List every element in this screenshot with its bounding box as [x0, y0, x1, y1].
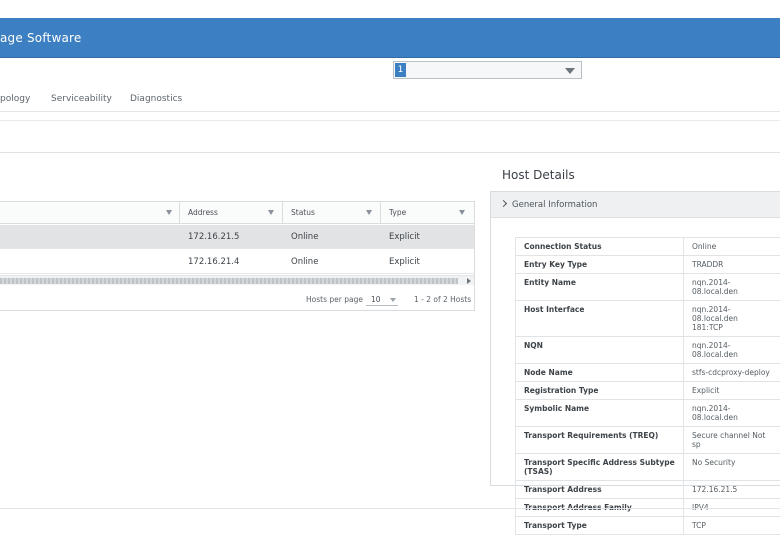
- property-value: nqn.2014-08.local.den 181:TCP: [684, 301, 780, 337]
- property-key: Entry Key Type: [516, 256, 684, 274]
- property-value: TRADDR: [684, 256, 780, 274]
- column-header-status[interactable]: Status: [283, 202, 381, 224]
- divider: [0, 508, 780, 509]
- filter-icon[interactable]: [268, 210, 274, 215]
- property-value: nqn.2014-08.local.den: [684, 274, 780, 301]
- app-title: age Software: [0, 31, 81, 45]
- property-row: NQNnqn.2014-08.local.den: [516, 337, 780, 364]
- property-row: Transport Specific Address Subtype (TSAS…: [516, 454, 780, 481]
- property-value: Secure channel Not sp: [684, 427, 780, 454]
- divider: [0, 120, 780, 121]
- property-value: 172.16.21.5: [684, 481, 780, 499]
- per-page-select[interactable]: 10: [366, 293, 398, 306]
- cell-type: Explicit: [381, 250, 420, 274]
- horizontal-scrollbar[interactable]: [0, 275, 474, 285]
- properties-table: Connection StatusOnlineEntry Key TypeTRA…: [515, 237, 780, 535]
- property-key: Transport Requirements (TREQ): [516, 427, 684, 454]
- chevron-down-icon[interactable]: [390, 298, 396, 302]
- instance-select-value: 1: [395, 63, 406, 77]
- property-key: Host Interface: [516, 301, 684, 337]
- divider: [0, 152, 780, 153]
- property-key: Transport Specific Address Subtype (TSAS…: [516, 454, 684, 481]
- tab-serviceability[interactable]: Serviceability: [51, 94, 112, 104]
- property-key: Connection Status: [516, 238, 684, 256]
- property-row: Transport TypeTCP: [516, 517, 780, 535]
- property-value: stfs-cdcproxy-deploy: [684, 364, 780, 382]
- per-page-label: Hosts per page: [306, 295, 363, 304]
- property-row: Registration TypeExplicit: [516, 382, 780, 400]
- property-row: Transport Address172.16.21.5: [516, 481, 780, 499]
- cell-type: Explicit: [381, 225, 420, 249]
- chevron-down-icon[interactable]: [565, 68, 575, 74]
- property-row: Transport Requirements (TREQ)Secure chan…: [516, 427, 780, 454]
- top-strip: [0, 0, 780, 18]
- column-header-type[interactable]: Type: [381, 202, 474, 224]
- selector-bar: [0, 58, 780, 86]
- cell-status: Online: [283, 250, 318, 274]
- instance-select[interactable]: 1: [393, 61, 582, 79]
- column-header-label: Address: [188, 208, 218, 217]
- property-key: Entity Name: [516, 274, 684, 301]
- property-value: No Security: [684, 454, 780, 481]
- property-key: Transport Type: [516, 517, 684, 535]
- scroll-right-icon[interactable]: [467, 278, 471, 284]
- property-value: nqn.2014-08.local.den: [684, 337, 780, 364]
- hosts-grid: Address Status Type 172.16.21.5 Online E…: [0, 201, 475, 311]
- property-row: Entity Namenqn.2014-08.local.den: [516, 274, 780, 301]
- property-value: Online: [684, 238, 780, 256]
- table-row[interactable]: 172.16.21.5 Online Explicit: [0, 225, 474, 249]
- tab-bar: pology Serviceability Diagnostics: [0, 86, 780, 112]
- property-row: Node Namestfs-cdcproxy-deploy: [516, 364, 780, 382]
- property-key: NQN: [516, 337, 684, 364]
- column-header-label: Type: [389, 208, 406, 217]
- property-value: TCP: [684, 517, 780, 535]
- column-header-label: Status: [291, 208, 315, 217]
- property-key: Symbolic Name: [516, 400, 684, 427]
- property-key: Registration Type: [516, 382, 684, 400]
- property-row: Entry Key TypeTRADDR: [516, 256, 780, 274]
- host-details-title: Host Details: [502, 168, 575, 182]
- property-key: Node Name: [516, 364, 684, 382]
- pagination-range: 1 - 2 of 2 Hosts: [414, 295, 471, 304]
- property-row: Symbolic Namenqn.2014-08.local.den: [516, 400, 780, 427]
- per-page-value: 10: [371, 295, 381, 304]
- column-header-name[interactable]: [0, 202, 180, 224]
- section-label: General Information: [512, 200, 597, 210]
- property-value: Explicit: [684, 382, 780, 400]
- app-header: age Software: [0, 18, 780, 58]
- general-information-header[interactable]: General Information: [491, 192, 780, 218]
- grid-header: Address Status Type: [0, 202, 474, 224]
- grid-footer: Hosts per page 10 1 - 2 of 2 Hosts: [0, 286, 474, 312]
- property-row: Host Interfacenqn.2014-08.local.den 181:…: [516, 301, 780, 337]
- column-header-address[interactable]: Address: [180, 202, 283, 224]
- tab-diagnostics[interactable]: Diagnostics: [130, 94, 182, 104]
- cell-address: 172.16.21.5: [180, 225, 239, 249]
- filter-icon[interactable]: [366, 210, 372, 215]
- cell-address: 172.16.21.4: [180, 250, 239, 274]
- table-row[interactable]: 172.16.21.4 Online Explicit: [0, 250, 474, 274]
- chevron-right-icon[interactable]: [500, 200, 507, 207]
- filter-icon[interactable]: [459, 210, 465, 215]
- tab-topology[interactable]: pology: [0, 94, 30, 104]
- property-value: nqn.2014-08.local.den: [684, 400, 780, 427]
- filter-icon[interactable]: [166, 210, 172, 215]
- cell-status: Online: [283, 225, 318, 249]
- property-key: Transport Address: [516, 481, 684, 499]
- scrollbar-thumb[interactable]: [0, 278, 458, 284]
- property-row: Connection StatusOnline: [516, 238, 780, 256]
